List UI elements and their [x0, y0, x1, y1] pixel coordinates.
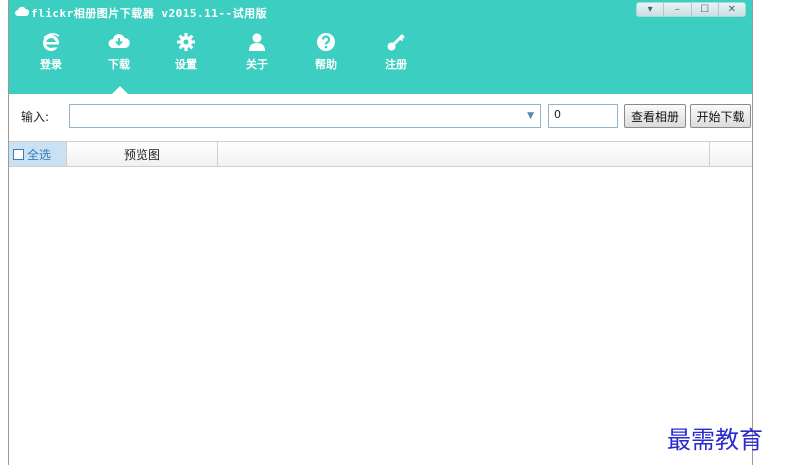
toolbar-about-button[interactable]: 关于: [229, 30, 285, 80]
select-all-checkbox[interactable]: [13, 148, 24, 160]
active-tab-caret: [112, 86, 128, 94]
cloud-download-icon: [108, 34, 130, 48]
minimize-button[interactable]: –: [664, 3, 692, 16]
watermark-text: 最需教育: [667, 426, 763, 454]
toolbar-help-label: 帮助: [315, 58, 337, 71]
toolbar-register-button[interactable]: 注册: [368, 30, 424, 80]
maximize-button[interactable]: ☐: [692, 3, 719, 16]
window-title: flickr相册图片下载器 v2015.11--试用版: [31, 7, 268, 20]
start-download-button[interactable]: 开始下载: [690, 104, 751, 128]
ie-icon: [43, 33, 60, 51]
toolbar-login-label: 登录: [40, 58, 62, 71]
toolbar-settings-button[interactable]: 设置: [158, 30, 214, 80]
table-header: 全选 预览图: [9, 141, 752, 167]
toolbar-register-label: 注册: [385, 58, 407, 71]
input-label: 输入:: [21, 110, 50, 124]
select-all-header[interactable]: 全选: [9, 142, 67, 166]
chevron-down-icon[interactable]: ▼: [527, 111, 534, 121]
url-combobox[interactable]: ▼: [69, 104, 541, 128]
menu-arrow-button[interactable]: ▾: [637, 3, 665, 16]
title-toolbar-area: flickr相册图片下载器 v2015.11--试用版 ▾ – ☐ ✕ 登录 下…: [9, 0, 752, 94]
cloud-app-icon: [15, 6, 29, 16]
input-row: 输入: ▼ 0 查看相册 开始下载: [9, 104, 752, 128]
toolbar-download-label: 下载: [108, 58, 130, 71]
help-icon: [317, 33, 335, 51]
window-controls: ▾ – ☐ ✕: [636, 2, 746, 17]
select-all-label: 全选: [27, 147, 52, 162]
toolbar-settings-label: 设置: [175, 58, 197, 71]
toolbar-download-button[interactable]: 下载: [91, 30, 147, 80]
user-icon: [249, 33, 265, 51]
view-album-button[interactable]: 查看相册: [624, 104, 686, 128]
app-window: flickr相册图片下载器 v2015.11--试用版 ▾ – ☐ ✕ 登录 下…: [8, 0, 753, 465]
toolbar-about-label: 关于: [246, 58, 268, 71]
toolbar-help-button[interactable]: 帮助: [298, 30, 354, 80]
gear-icon: [177, 33, 195, 51]
toolbar-login-button[interactable]: 登录: [23, 30, 79, 80]
close-button[interactable]: ✕: [719, 3, 745, 16]
image-list[interactable]: [9, 168, 752, 465]
count-field[interactable]: 0: [548, 104, 618, 128]
preview-column-header[interactable]: 预览图: [67, 142, 218, 166]
column-divider: [709, 142, 710, 166]
key-icon: [387, 33, 405, 51]
